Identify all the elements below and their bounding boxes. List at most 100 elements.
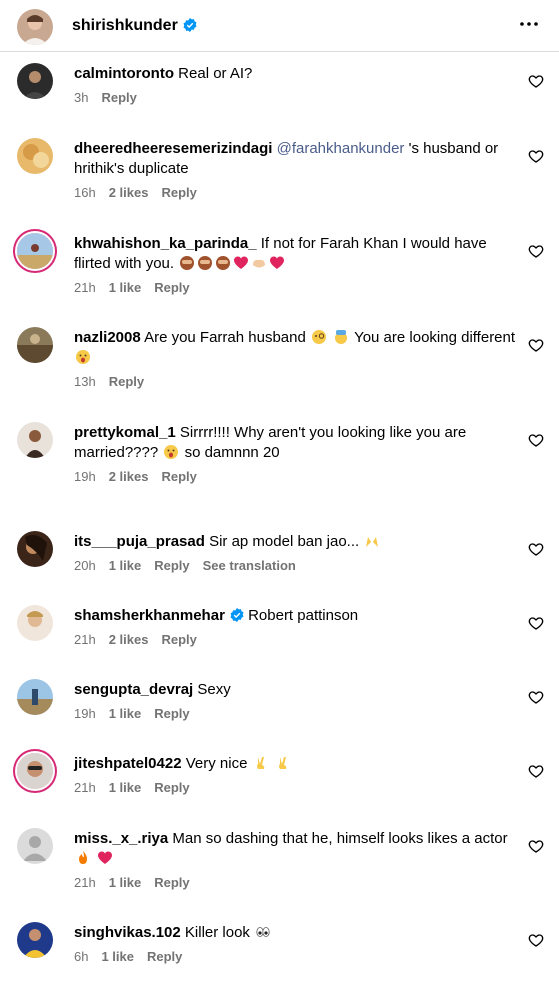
- reply-button[interactable]: Reply: [147, 949, 182, 964]
- like-heart-icon[interactable]: [528, 838, 544, 854]
- comment-username[interactable]: its___puja_prasad: [74, 533, 205, 550]
- comment-meta: 16h 2 likes Reply: [74, 185, 519, 201]
- comment-body: singhvikas.102 Killer look 6h 1 like Reply: [74, 923, 519, 965]
- comment-text: Sexy: [197, 681, 231, 698]
- reply-button[interactable]: Reply: [101, 90, 136, 105]
- likes-count[interactable]: 1 like: [109, 558, 142, 573]
- comment-username[interactable]: dheeredheeresemerizindagi: [74, 140, 272, 157]
- see-translation-link[interactable]: See translation: [203, 558, 296, 573]
- comment-text-continued: so damnnn 20: [184, 444, 280, 461]
- astonished-face-icon: [164, 445, 179, 459]
- reply-button[interactable]: Reply: [154, 280, 189, 295]
- like-heart-icon[interactable]: [528, 763, 544, 779]
- like-heart-icon[interactable]: [528, 689, 544, 705]
- comment-body: khwahishon_ka_parinda_ If not for Farah …: [74, 234, 519, 296]
- see-no-evil-monkey-icon: [180, 256, 195, 270]
- comment-username[interactable]: prettykomal_1: [74, 424, 176, 441]
- comment-time: 21h: [74, 780, 96, 795]
- astonished-face-icon: [76, 350, 90, 364]
- like-heart-icon[interactable]: [528, 541, 544, 557]
- comment-username[interactable]: nazli2008: [74, 329, 141, 346]
- fire-icon: [79, 851, 87, 864]
- comment-body: miss._x_.riya Man so dashing that he, hi…: [74, 829, 519, 891]
- like-heart-icon[interactable]: [528, 337, 544, 353]
- commenter-avatar[interactable]: [17, 922, 53, 958]
- comment-time: 19h: [74, 706, 96, 721]
- exploding-head-icon: [335, 330, 348, 344]
- eyes-icon: [256, 927, 270, 937]
- likes-count[interactable]: 1 like: [101, 949, 134, 964]
- reply-button[interactable]: Reply: [109, 374, 144, 389]
- comment-time: 13h: [74, 374, 96, 389]
- comment-username[interactable]: miss._x_.riya: [74, 830, 168, 847]
- verified-badge-icon: [230, 608, 244, 622]
- verified-badge-icon: [183, 18, 197, 32]
- comment-text: Killer look: [184, 924, 250, 941]
- comment-username[interactable]: calmintoronto: [74, 65, 174, 82]
- like-heart-icon[interactable]: [528, 243, 544, 259]
- comment-meta: 21h 1 like Reply: [74, 875, 519, 891]
- pink-heart-icon: [98, 851, 113, 864]
- comment-time: 3h: [74, 90, 89, 105]
- commenter-avatar[interactable]: [17, 422, 53, 458]
- see-no-evil-monkey-icon: [216, 256, 231, 270]
- comment-meta: 19h 1 like Reply: [74, 706, 519, 722]
- comment-mention[interactable]: @farahkhankunder: [277, 140, 405, 157]
- reply-button[interactable]: Reply: [154, 706, 189, 721]
- reply-button[interactable]: Reply: [154, 780, 189, 795]
- reply-button[interactable]: Reply: [161, 185, 196, 200]
- likes-count[interactable]: 1 like: [109, 780, 142, 795]
- comment-text: Robert pattinson: [248, 607, 359, 624]
- comment-body: jiteshpatel0422 Very nice 21h 1 like Reply: [74, 754, 519, 796]
- comment-username[interactable]: shamsherkhanmehar: [74, 607, 225, 624]
- comment-meta: 21h 1 like Reply: [74, 780, 519, 796]
- post-header: shirishkunder: [0, 0, 559, 52]
- reply-button[interactable]: Reply: [154, 558, 189, 573]
- comment-time: 21h: [74, 280, 96, 295]
- comment-body: its___puja_prasad Sir ap model ban jao..…: [74, 532, 519, 574]
- username-text: shirishkunder: [72, 17, 178, 34]
- like-heart-icon[interactable]: [528, 432, 544, 448]
- like-heart-icon[interactable]: [528, 148, 544, 164]
- commenter-avatar[interactable]: [17, 828, 53, 864]
- likes-count[interactable]: 1 like: [109, 875, 142, 890]
- commenter-avatar[interactable]: [17, 605, 53, 641]
- like-heart-icon[interactable]: [528, 73, 544, 89]
- reply-button[interactable]: Reply: [154, 875, 189, 890]
- victory-hand-icon: [278, 757, 287, 769]
- comment-time: 19h: [74, 469, 96, 484]
- commenter-avatar[interactable]: [17, 327, 53, 363]
- comment-text: Very nice: [185, 755, 248, 772]
- comment-text: Sir ap model ban jao...: [209, 533, 360, 550]
- like-heart-icon[interactable]: [528, 932, 544, 948]
- more-options-icon[interactable]: [517, 12, 541, 36]
- like-heart-icon[interactable]: [528, 615, 544, 631]
- reply-button[interactable]: Reply: [161, 469, 196, 484]
- comment-meta: 19h 2 likes Reply: [74, 469, 519, 485]
- comment-meta: 21h 1 like Reply: [74, 280, 519, 296]
- likes-count[interactable]: 2 likes: [109, 469, 149, 484]
- comment-time: 6h: [74, 949, 89, 964]
- comment-username[interactable]: jiteshpatel0422: [74, 755, 182, 772]
- likes-count[interactable]: 2 likes: [109, 632, 149, 647]
- commenter-avatar[interactable]: [17, 753, 53, 789]
- comment-username[interactable]: khwahishon_ka_parinda_: [74, 235, 257, 252]
- comment-time: 21h: [74, 632, 96, 647]
- likes-count[interactable]: 1 like: [109, 706, 142, 721]
- commenter-avatar[interactable]: [17, 233, 53, 269]
- comment-username[interactable]: singhvikas.102: [74, 924, 181, 941]
- likes-count[interactable]: 2 likes: [109, 185, 149, 200]
- commenter-avatar[interactable]: [17, 531, 53, 567]
- likes-count[interactable]: 1 like: [109, 280, 142, 295]
- commenter-avatar[interactable]: [17, 679, 53, 715]
- comment-username[interactable]: sengupta_devraj: [74, 681, 193, 698]
- profile-avatar[interactable]: [17, 9, 53, 45]
- reply-button[interactable]: Reply: [161, 632, 196, 647]
- comment-body: sengupta_devraj Sexy 19h 1 like Reply: [74, 680, 519, 722]
- commenter-avatar[interactable]: [17, 138, 53, 174]
- heart-hands-icon: [253, 259, 266, 268]
- profile-username[interactable]: shirishkunder: [72, 16, 197, 36]
- victory-hand-icon: [256, 757, 264, 769]
- commenter-avatar[interactable]: [17, 63, 53, 99]
- see-no-evil-monkey-icon: [198, 256, 213, 270]
